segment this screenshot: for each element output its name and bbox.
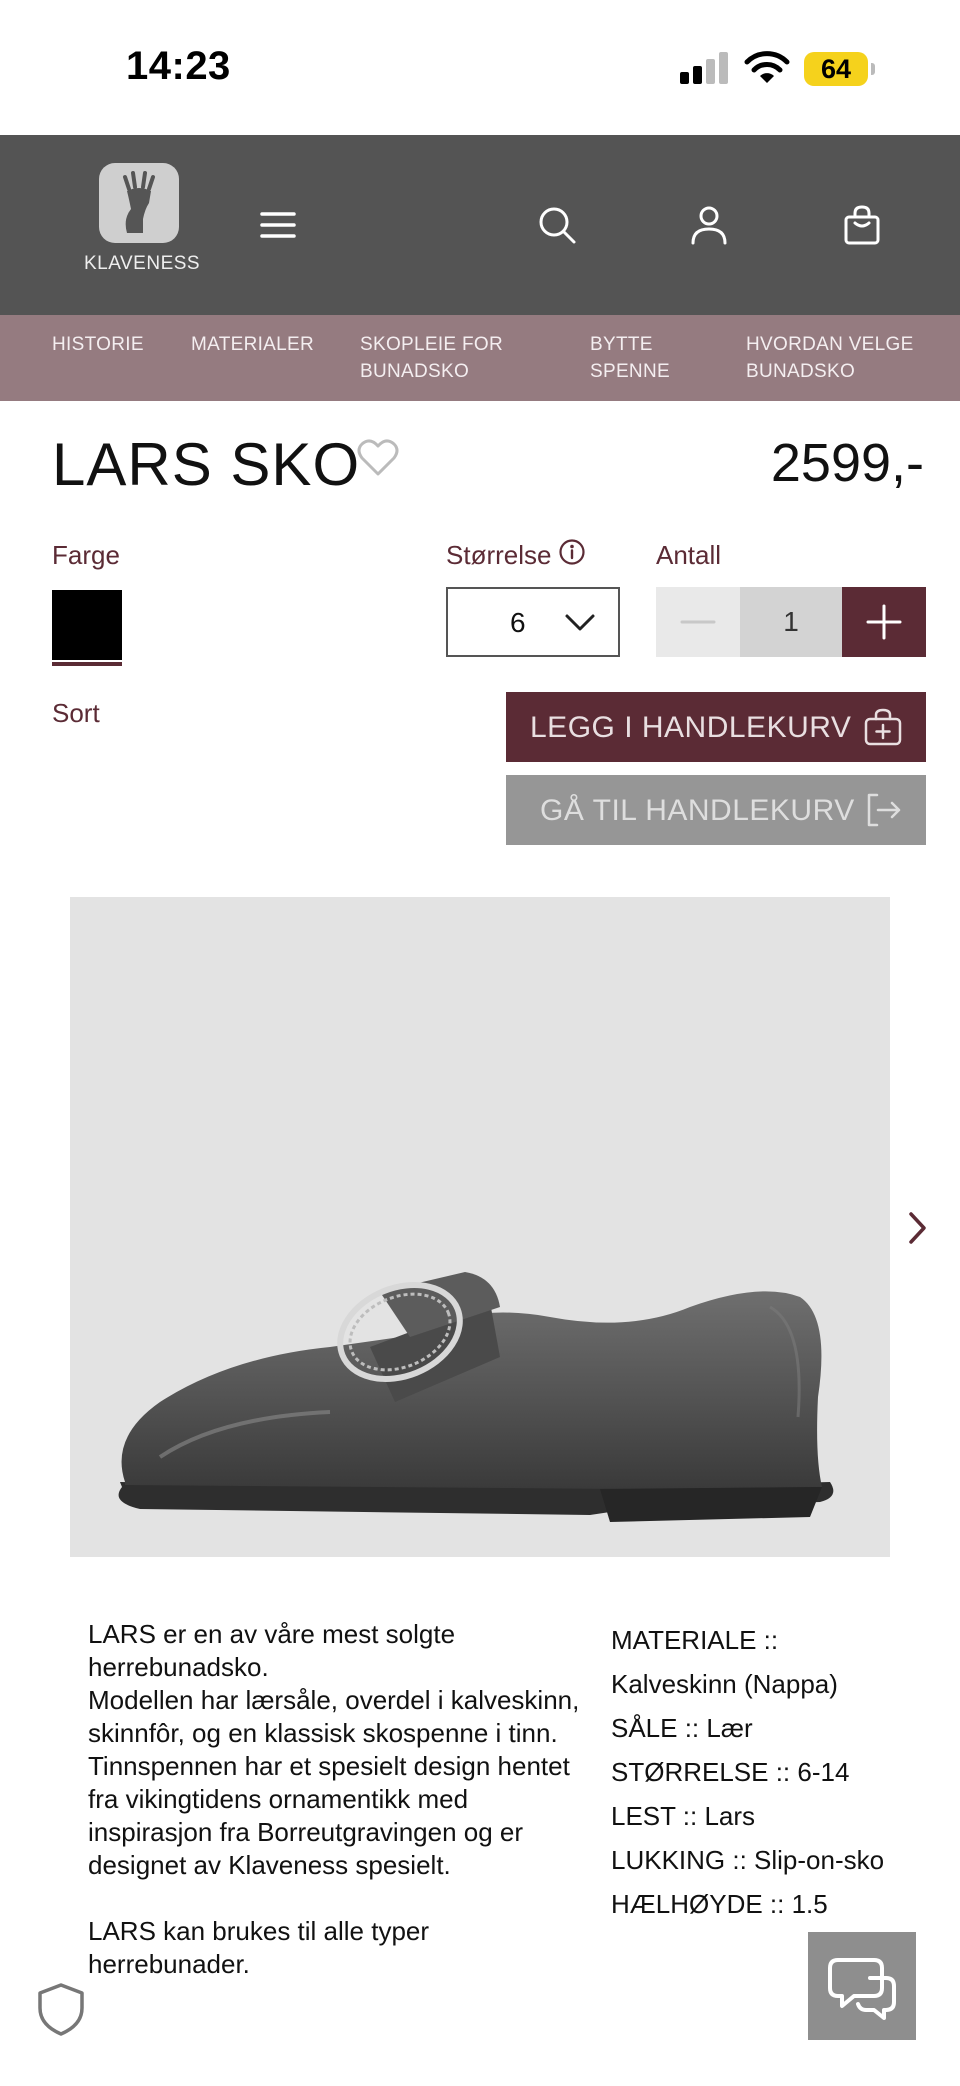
spec-item: LUKKING :: Slip-on-sko xyxy=(611,1845,885,1875)
description-paragraph: Modellen har lærsåle, overdel i kalveski… xyxy=(88,1685,580,1748)
signal-icon xyxy=(680,52,730,84)
product-price: 2599,- xyxy=(770,433,924,493)
go-to-cart-button[interactable]: GÅ TIL HANDLEKURV xyxy=(506,775,926,845)
product-image[interactable] xyxy=(70,897,890,1557)
wifi-icon xyxy=(744,51,790,83)
bag-icon[interactable] xyxy=(838,201,886,249)
battery-indicator: 64 xyxy=(804,52,875,86)
chevron-right-icon[interactable] xyxy=(902,1208,932,1248)
product-title: LARS SKO xyxy=(52,431,361,498)
quantity-decrease-button[interactable] xyxy=(656,587,740,657)
logo-text: KLAVENESS xyxy=(84,253,201,274)
color-swatch-black[interactable] xyxy=(52,590,122,660)
nav-item-skopleie[interactable]: SKOPLEIE FOR BUNADSKO xyxy=(360,331,503,385)
spec-item: LEST :: Lars xyxy=(611,1801,756,1831)
klaveness-logo[interactable]: KLAVENESS xyxy=(84,163,201,287)
bag-plus-icon xyxy=(864,708,902,746)
plus-icon xyxy=(866,604,902,640)
nav-item-bytte-spenne[interactable]: BYTTE SPENNE xyxy=(590,331,670,385)
description-paragraph: Tinnspennen har et spesielt design hente… xyxy=(88,1751,570,1880)
swatch-selected-indicator xyxy=(52,662,122,666)
description-paragraph: LARS kan brukes til alle typer herrebuna… xyxy=(88,1916,430,1979)
color-value: Sort xyxy=(52,698,100,728)
size-value: 6 xyxy=(510,607,526,638)
product-description: LARS er en av våre mest solgte herrebuna… xyxy=(88,1618,588,1981)
info-icon[interactable] xyxy=(558,538,586,566)
status-bar: 14:23 64 xyxy=(0,0,960,135)
menu-icon[interactable] xyxy=(254,201,302,249)
spec-item: STØRRELSE :: 6-14 xyxy=(611,1757,850,1787)
deer-logo-icon xyxy=(99,163,179,243)
size-select[interactable]: 6 xyxy=(446,587,620,657)
chat-bubbles-icon xyxy=(828,1958,896,2020)
chat-button[interactable] xyxy=(808,1932,916,2040)
favorite-heart-icon[interactable] xyxy=(356,436,400,478)
shoe-illustration xyxy=(118,1272,834,1522)
quantity-value[interactable]: 1 xyxy=(740,587,842,657)
spec-item: HÆLHØYDE :: 1.5 xyxy=(611,1889,828,1919)
category-nav: HISTORIE MATERIALER SKOPLEIE FOR BUNADSK… xyxy=(0,315,960,401)
description-paragraph: LARS er en av våre mest solgte herrebuna… xyxy=(88,1619,456,1682)
spec-item: SÅLE :: Lær xyxy=(611,1713,753,1743)
exit-arrow-icon xyxy=(867,793,901,827)
nav-item-hvordan-velge[interactable]: HVORDAN VELGE BUNADSKO xyxy=(746,331,914,385)
chevron-down-icon xyxy=(565,614,595,631)
minus-icon xyxy=(680,620,716,624)
nav-item-historie[interactable]: HISTORIE xyxy=(52,331,144,358)
search-icon[interactable] xyxy=(533,201,581,249)
status-time: 14:23 xyxy=(126,44,231,88)
quantity-increase-button[interactable] xyxy=(842,587,926,657)
site-header: KLAVENESS xyxy=(0,135,960,315)
quantity-label: Antall xyxy=(656,540,722,570)
color-label: Farge xyxy=(52,540,120,570)
spec-item: MATERIALE :: Kalveskinn (Nappa) xyxy=(611,1625,838,1699)
add-to-cart-button[interactable]: LEGG I HANDLEKURV xyxy=(506,692,926,762)
go-to-cart-label: GÅ TIL HANDLEKURV xyxy=(540,794,855,827)
product-specs: MATERIALE :: Kalveskinn (Nappa) SÅLE :: … xyxy=(611,1618,891,1926)
privacy-shield-icon[interactable] xyxy=(32,1980,90,2038)
add-to-cart-label: LEGG I HANDLEKURV xyxy=(530,711,852,744)
size-label: Størrelse xyxy=(446,540,552,570)
user-icon[interactable] xyxy=(685,201,733,249)
nav-item-materialer[interactable]: MATERIALER xyxy=(191,331,314,358)
